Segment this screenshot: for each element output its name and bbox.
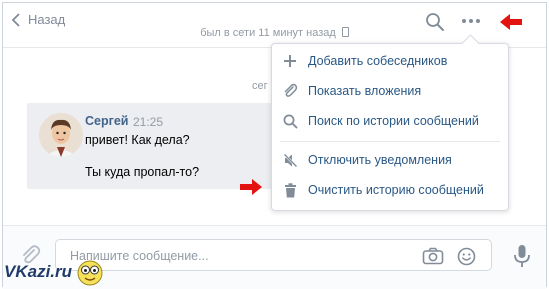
- menu-item-add-members[interactable]: Добавить собеседников: [272, 46, 508, 76]
- plus-icon: [282, 53, 298, 69]
- menu-item-show-attachments[interactable]: Показать вложения: [272, 76, 508, 106]
- menu-item-label: Отключить уведомления: [308, 153, 452, 167]
- menu-item-search-history[interactable]: Поиск по истории сообщений: [272, 106, 508, 136]
- dot: [462, 19, 466, 23]
- message-text: Ты куда пропал-то?: [85, 165, 200, 179]
- red-arrow-icon: [240, 179, 262, 195]
- message-input[interactable]: Напишите сообщение...: [55, 239, 492, 271]
- back-button[interactable]: Назад: [11, 12, 65, 27]
- menu-item-clear-history[interactable]: Очистить историю сообщений: [272, 175, 508, 205]
- menu-item-label: Очистить историю сообщений: [308, 183, 484, 197]
- microphone-icon: [514, 245, 530, 267]
- menu-divider: [280, 141, 500, 142]
- camera-icon: [422, 247, 444, 265]
- mobile-icon: [341, 27, 349, 37]
- date-separator: сег: [252, 80, 268, 92]
- message-text: привет! Как дела?: [85, 133, 190, 147]
- red-arrow-icon: [500, 14, 522, 30]
- menu-item-label: Поиск по истории сообщений: [308, 114, 479, 128]
- smile-icon: [457, 247, 476, 266]
- avatar-image: [39, 113, 83, 157]
- message-time[interactable]: 21:25: [133, 115, 163, 129]
- header-search-button[interactable]: [425, 12, 445, 35]
- mute-icon: [282, 152, 298, 168]
- menu-item-label: Добавить собеседников: [308, 54, 448, 68]
- watermark-text: VKazi.ru: [4, 262, 73, 281]
- chat-actions-menu: Добавить собеседников Показать вложения …: [271, 34, 509, 211]
- voice-message-button[interactable]: [513, 244, 531, 271]
- emoji-face-icon: [77, 260, 103, 286]
- chat-window: Назад был в сети 11 минут назад сег Серг…: [2, 2, 547, 289]
- emoji-button[interactable]: [457, 247, 476, 269]
- trash-icon: [282, 182, 298, 198]
- camera-button[interactable]: [422, 247, 444, 268]
- watermark: VKazi.ru: [4, 258, 105, 286]
- status-text: был в сети 11 минут назад: [200, 27, 336, 39]
- more-options-button[interactable]: [462, 19, 480, 23]
- online-status: был в сети 11 минут назад: [3, 27, 546, 39]
- search-icon: [282, 113, 298, 129]
- search-icon: [426, 13, 444, 31]
- back-label: Назад: [28, 12, 66, 27]
- chevron-left-icon: [11, 12, 20, 27]
- menu-item-mute-notifications[interactable]: Отключить уведомления: [272, 145, 508, 175]
- dot: [476, 19, 480, 23]
- dot: [469, 19, 473, 23]
- message-author[interactable]: Сергей: [85, 114, 128, 128]
- avatar[interactable]: [39, 113, 83, 157]
- menu-item-label: Показать вложения: [308, 84, 422, 98]
- paperclip-icon: [282, 83, 298, 99]
